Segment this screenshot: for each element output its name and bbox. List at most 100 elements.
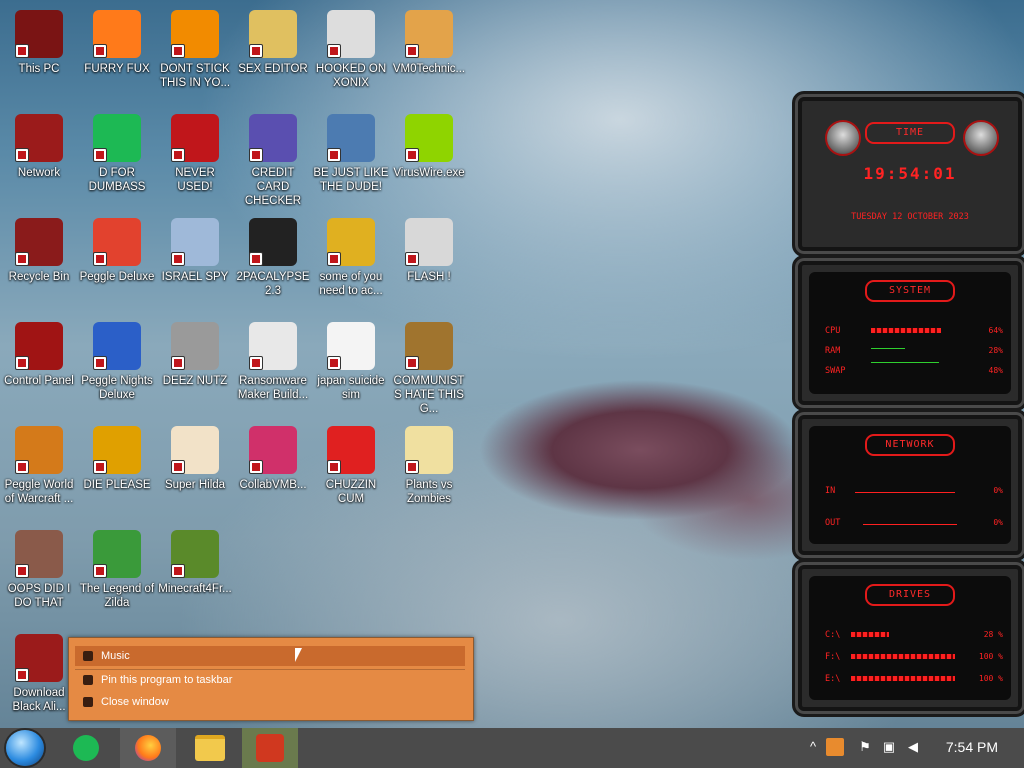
traffic-cone-icon (171, 10, 219, 58)
taskbar-app-explorer[interactable] (184, 728, 236, 768)
desktop-icon-label: japan suicide sim (317, 375, 385, 401)
swap-label: SWAP (825, 366, 846, 376)
limewire-icon (405, 114, 453, 162)
desktop-icon[interactable]: FLASH ! (390, 212, 468, 308)
taskbar-app-firefox[interactable] (120, 728, 176, 768)
desktop-icon[interactable]: ISRAEL SPY (156, 212, 234, 308)
desktop-icon-label: Peggle Deluxe (79, 271, 155, 283)
desktop-icon[interactable]: VirusWire.exe (390, 108, 468, 204)
drive-c-value: 28 % (983, 630, 1003, 639)
drive-e-value: 100 % (978, 674, 1003, 683)
desktop-icon[interactable]: D FOR DUMBASS (78, 108, 156, 204)
desktop-icon[interactable]: SEX EDITOR (234, 4, 312, 100)
desktop-icon-label: CHUZZIN CUM (325, 479, 377, 505)
desktop-icon[interactable]: 2PACALYPSE 2.3 (234, 212, 312, 308)
desktop-icon[interactable]: Peggle Nights Deluxe (78, 316, 156, 412)
desktop-icon[interactable]: CHUZZIN CUM (312, 420, 390, 516)
cpu-label: CPU (825, 326, 841, 336)
app-tray-icon[interactable] (826, 738, 844, 756)
desktop-icon[interactable]: NEVER USED! (156, 108, 234, 204)
desktop-icon[interactable]: Minecraft4Fr... (156, 524, 234, 620)
chevron-up-icon[interactable]: ^ (804, 738, 822, 756)
taskbar-app-spotify[interactable] (62, 728, 110, 768)
taskbar-app-music[interactable] (242, 728, 298, 768)
pixel-cat-icon (171, 426, 219, 474)
swap-value: 48% (988, 366, 1003, 375)
net-out-value: 0% (993, 518, 1003, 527)
desktop-icon-label: some of you need to ac... (319, 271, 383, 297)
desktop-icon[interactable]: Super Hilda (156, 420, 234, 516)
net-in-label: IN (825, 486, 836, 496)
peggle-icon (93, 322, 141, 370)
desktop-icon-label: FLASH ! (407, 271, 451, 283)
desktop-icon-label: Ransomware Maker Build... (237, 375, 309, 401)
desktop-icon[interactable]: Download Black Ali... (0, 628, 78, 724)
shortcut-arrow-icon (93, 356, 107, 370)
shortcut-arrow-icon (15, 564, 29, 578)
mcafee-icon (327, 114, 375, 162)
shortcut-arrow-icon (327, 148, 341, 162)
shortcut-arrow-icon (405, 44, 419, 58)
terminal-icon (249, 218, 297, 266)
drive-c-bar (851, 632, 889, 637)
drives-title: DRIVES (865, 584, 955, 606)
shortcut-arrow-icon (405, 148, 419, 162)
drive-f-label: F:\ (825, 652, 841, 662)
desktop-icon[interactable]: Peggle Deluxe (78, 212, 156, 308)
menu-item-music[interactable]: Music (75, 646, 465, 666)
desktop-icon[interactable]: Plants vs Zombies (390, 420, 468, 516)
desktop-icon[interactable]: OOPS DID I DO THAT (0, 524, 78, 620)
shortcut-arrow-icon (93, 252, 107, 266)
desktop-icon[interactable]: COMMUNISTS HATE THIS G... (390, 316, 468, 415)
desktop-icon[interactable]: DEEZ NUTZ (156, 316, 234, 412)
desktop-icon[interactable]: CollabVMB... (234, 420, 312, 516)
game-icon (327, 322, 375, 370)
desktop-icon[interactable]: japan suicide sim (312, 316, 390, 412)
desktop-icon[interactable]: Recycle Bin (0, 212, 78, 308)
desktop-icon[interactable]: some of you need to ac... (312, 212, 390, 308)
system-panel: SYSTEM CPU 64% RAM 28% SWAP 48% (792, 255, 1024, 411)
shortcut-arrow-icon (249, 148, 263, 162)
menu-item-close-window[interactable]: Close window (75, 692, 465, 712)
desktop-icon[interactable]: HOOKED ON XONIX (312, 4, 390, 100)
shortcut-arrow-icon (405, 252, 419, 266)
desktop-icon[interactable]: This PC (0, 4, 78, 100)
headphones-icon (83, 651, 93, 661)
shortcut-arrow-icon (93, 148, 107, 162)
desktop-icon[interactable]: DIE PLEASE (78, 420, 156, 516)
folder-icon (195, 735, 225, 761)
chuzzle-icon (327, 426, 375, 474)
shortcut-arrow-icon (93, 460, 107, 474)
net-out-graph (863, 524, 957, 525)
alien-head-icon (825, 120, 861, 156)
time-panel: TIME 19:54:01 TUESDAY 12 OCTOBER 2023 (792, 91, 1024, 257)
desktop-icon[interactable]: Peggle World of Warcraft ... (0, 420, 78, 516)
network-panel: NETWORK IN 0% OUT 0% (792, 409, 1024, 561)
shortcut-arrow-icon (171, 460, 185, 474)
close-icon (83, 697, 93, 707)
start-button[interactable] (6, 730, 44, 766)
desktop-icon[interactable]: Ransomware Maker Build... (234, 316, 312, 412)
taskbar: ^ ⚑ ▣ ◀ 7:54 PM (0, 728, 1024, 768)
desktop-icon-label: Recycle Bin (8, 271, 70, 283)
flag-icon[interactable]: ⚑ (856, 738, 874, 756)
desktop-icon[interactable]: Control Panel (0, 316, 78, 412)
flower-icon (405, 426, 453, 474)
desktop-icon[interactable]: VM0Technic... (390, 4, 468, 100)
stack-icon (171, 322, 219, 370)
shortcut-arrow-icon (93, 564, 107, 578)
de-icon (93, 426, 141, 474)
desktop-icon[interactable]: CREDIT CARD CHECKER (234, 108, 312, 207)
desktop-icon[interactable]: The Legend of Zilda (78, 524, 156, 620)
desktop-icon[interactable]: Network (0, 108, 78, 204)
ram-value: 28% (988, 346, 1003, 355)
desktop-icon[interactable]: BE JUST LIKE THE DUDE! (312, 108, 390, 204)
menu-item-pin-to-taskbar[interactable]: Pin this program to taskbar (75, 670, 465, 690)
speaker-icon[interactable]: ◀ (904, 738, 922, 756)
desktop-icon-label: CREDIT CARD CHECKER (244, 167, 302, 207)
network-icon[interactable]: ▣ (880, 738, 898, 756)
desktop-icon[interactable]: FURRY FUX (78, 4, 156, 100)
desktop-icon[interactable]: DONT STICK THIS IN YO... (156, 4, 234, 100)
peggle-icon (15, 426, 63, 474)
taskbar-clock[interactable]: 7:54 PM (946, 739, 998, 755)
